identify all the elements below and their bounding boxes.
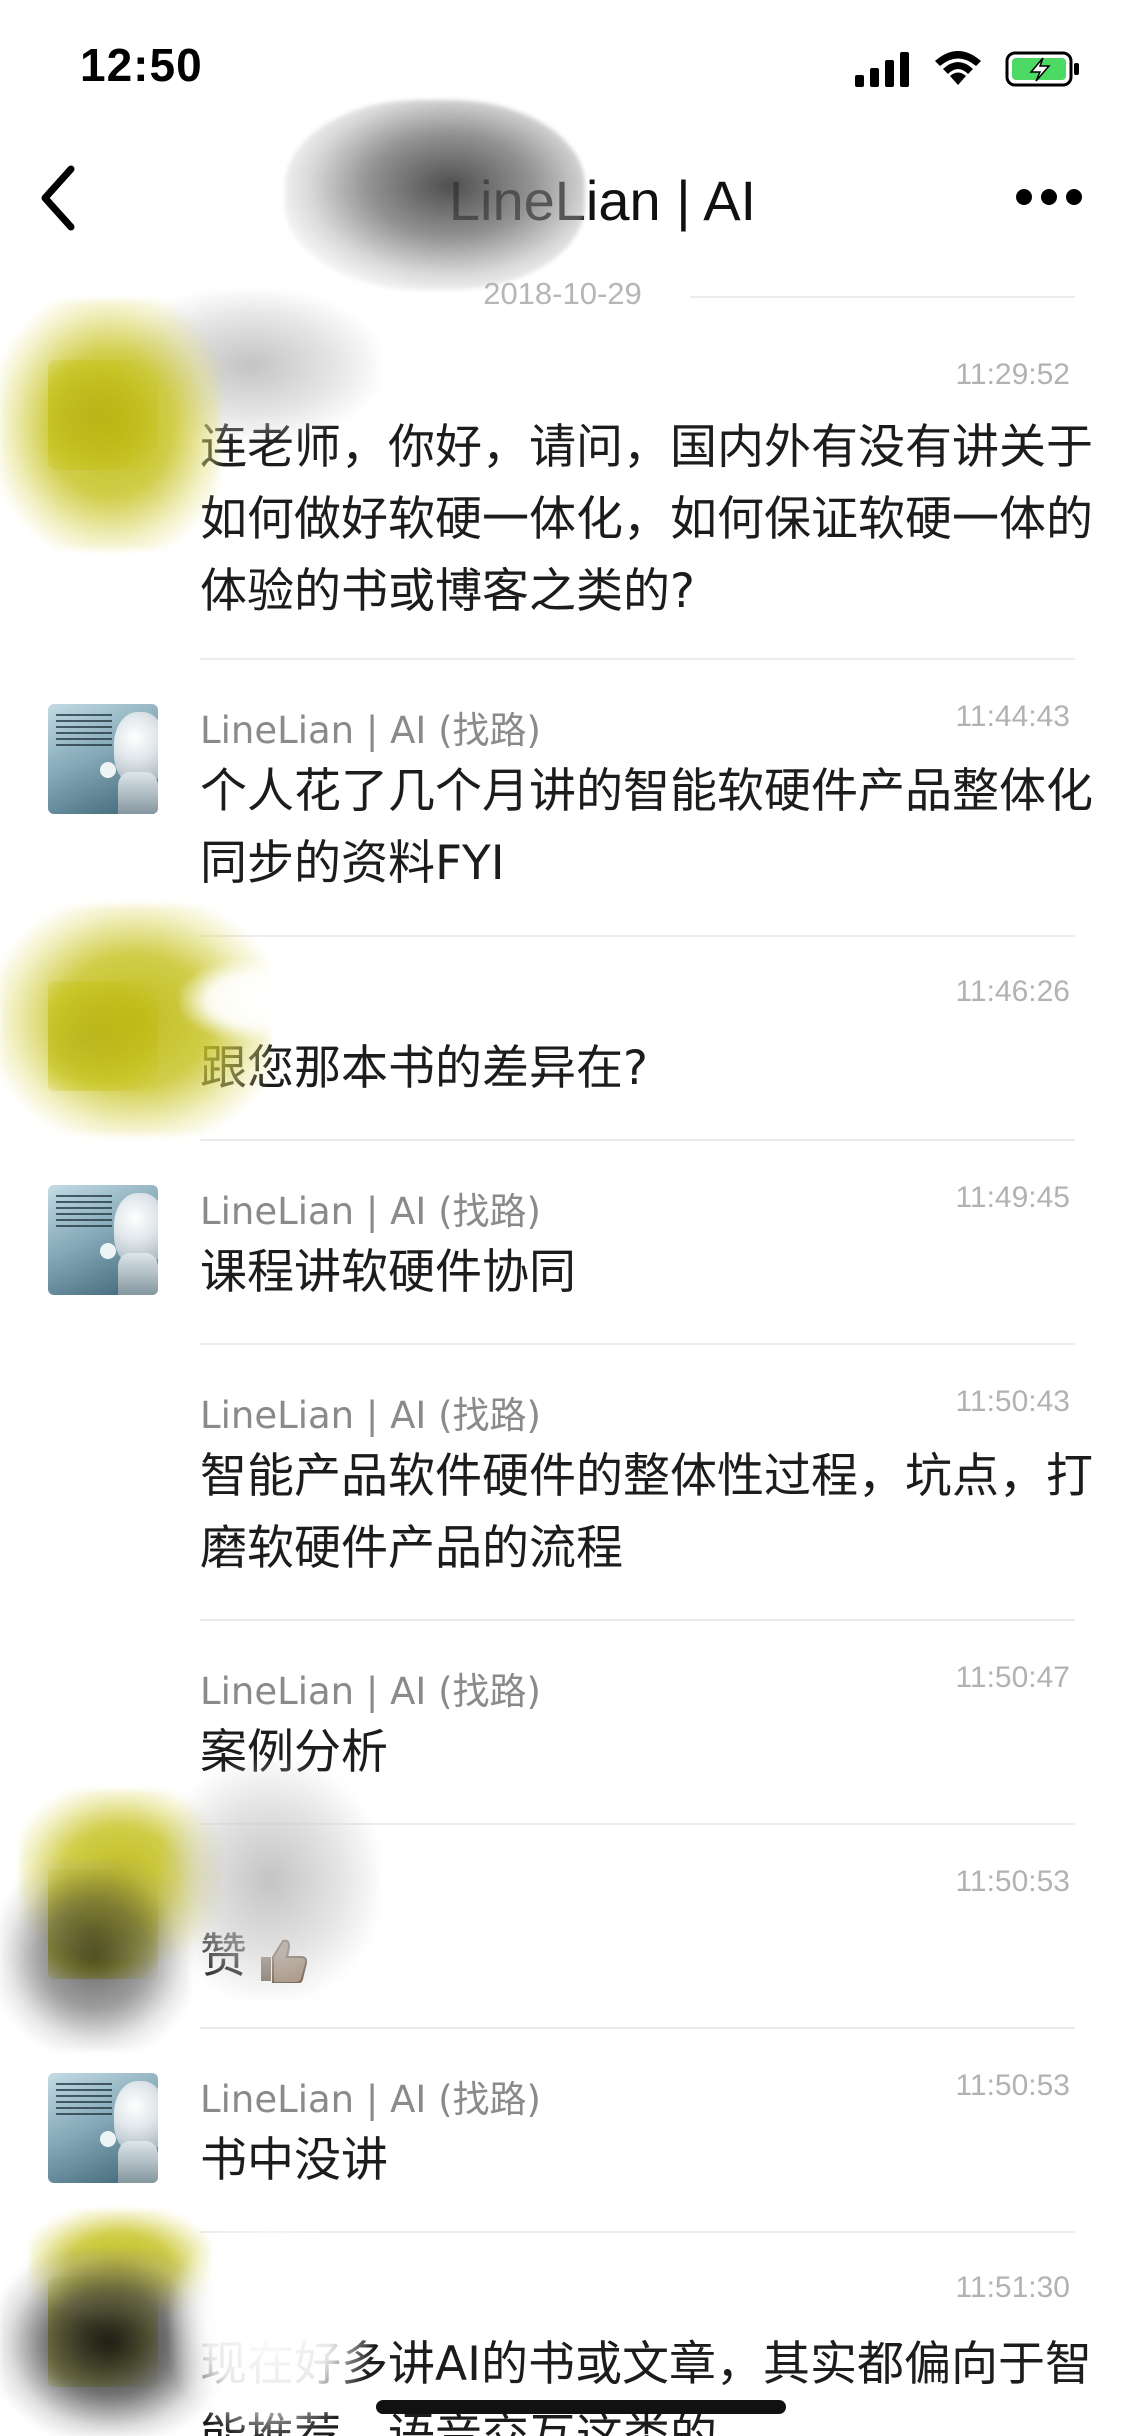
sender-name: LineLian | AI (找路) [200, 2078, 541, 2121]
thumbs-up-icon [261, 1939, 307, 1983]
avatar[interactable] [48, 704, 158, 814]
message-text: 跟您那本书的差异在? [200, 1041, 648, 1096]
date-separator: 2018-10-29 [483, 276, 642, 311]
message-time: 11:46:26 [955, 975, 1070, 1008]
status-bar: 12:50 [0, 0, 1125, 132]
message-text: 案例分析 [200, 1725, 388, 1780]
message-text: 赞 [200, 1921, 1110, 1993]
more-horizontal-icon [1016, 189, 1082, 205]
message-time: 11:51:30 [955, 2271, 1070, 2304]
status-time: 12:50 [80, 39, 203, 91]
battery-charging-icon [1005, 51, 1079, 87]
message-item[interactable]: 11:46:26 跟您那本书的差异在? [0, 937, 1125, 1139]
status-icons [855, 50, 1081, 88]
message-text: 智能产品软件硬件的整体性过程，坑点，打磨软硬件产品的流程 [200, 1449, 1093, 1576]
message-text-value: 赞 [200, 1929, 247, 1984]
message-time: 11:29:52 [955, 358, 1070, 391]
avatar[interactable] [48, 981, 158, 1091]
avatar[interactable] [48, 1869, 158, 1979]
message-item[interactable]: 11:29:52 连老师，你好，请问，国内外有没有讲关于如何做好软硬一体化，如何… [0, 340, 1125, 658]
message-time: 11:50:53 [955, 2069, 1070, 2102]
message-item[interactable]: LineLian | AI (找路) 11:44:43 个人花了几个月讲的智能软… [0, 660, 1125, 935]
message-item[interactable]: LineLian | AI (找路) 11:50:47 案例分析 [0, 1621, 1125, 1823]
sender-name: LineLian | AI (找路) [200, 1670, 541, 1713]
more-button[interactable] [1013, 172, 1085, 222]
message-text: 课程讲软硬件协同 [200, 1245, 576, 1300]
message-item[interactable]: LineLian | AI (找路) 11:50:43 智能产品软件硬件的整体性… [0, 1345, 1125, 1619]
message-time: 11:50:53 [955, 1865, 1070, 1898]
message-item[interactable]: 11:50:53 赞 [0, 1825, 1125, 2027]
avatar[interactable] [48, 2277, 158, 2387]
message-text: 连老师，你好，请问，国内外有没有讲关于如何做好软硬一体化，如何保证软硬一体的体验… [200, 420, 1093, 619]
avatar[interactable] [48, 2073, 158, 2183]
message-time: 11:50:43 [955, 1385, 1070, 1418]
sender-name: LineLian | AI (找路) [200, 709, 541, 752]
message-item[interactable]: LineLian | AI (找路) 11:49:45 课程讲软硬件协同 [0, 1141, 1125, 1343]
home-indicator[interactable] [376, 2400, 786, 2414]
divider [690, 296, 1075, 298]
redaction-smudge [285, 100, 585, 290]
sender-name: LineLian | AI (找路) [200, 1394, 541, 1437]
message-text: 个人花了几个月讲的智能软硬件产品整体化同步的资料FYI [200, 764, 1093, 891]
message-time: 11:49:45 [955, 1181, 1070, 1214]
message-time: 11:50:47 [955, 1661, 1070, 1694]
signal-icon [855, 52, 909, 87]
message-text: 现在好多讲AI的书或文章，其实都偏向于智能推荐，语音交互这类的 [200, 2337, 1093, 2436]
message-text: 书中没讲 [200, 2133, 388, 2188]
avatar[interactable] [48, 1185, 158, 1295]
message-item[interactable]: LineLian | AI (找路) 11:50:53 书中没讲 [0, 2029, 1125, 2231]
wifi-icon [935, 51, 981, 85]
message-time: 11:44:43 [955, 700, 1070, 733]
sender-name: LineLian | AI (找路) [200, 1190, 541, 1233]
avatar[interactable] [48, 360, 158, 470]
